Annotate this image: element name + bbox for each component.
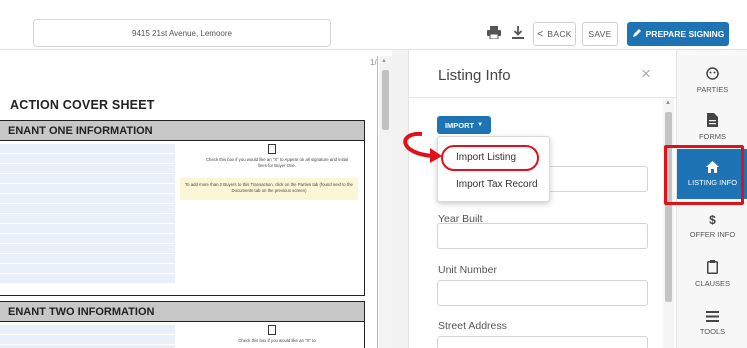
- close-icon[interactable]: ×: [641, 64, 651, 84]
- parties-icon: [706, 66, 719, 82]
- document-scrollbar[interactable]: ▲: [379, 56, 392, 348]
- listing-info-panel: Listing Info × IMPORT ▼ Year Built Unit …: [408, 50, 677, 348]
- page-indicator: 1/4: [370, 58, 377, 67]
- scroll-up-icon[interactable]: ▲: [381, 58, 387, 64]
- panel-scrollbar[interactable]: ▲: [663, 98, 674, 348]
- sidebar-item-clauses[interactable]: CLAUSES: [677, 249, 747, 299]
- sidebar-highlight-box: [664, 145, 744, 205]
- panel-scroll-up-icon[interactable]: ▲: [665, 100, 671, 106]
- section-body-tenant-one: Check this box if you would like an "X" …: [0, 141, 365, 296]
- sidebar-label-forms: FORMS: [698, 132, 727, 141]
- sidebar-label-parties: PARTIES: [696, 84, 729, 94]
- address-field[interactable]: 9415 21st Avenue, Lemoore: [33, 19, 331, 47]
- form-lines-2: [0, 325, 175, 348]
- panel-title: Listing Info: [438, 67, 511, 84]
- unit-number-input[interactable]: [437, 280, 648, 306]
- street-address-label: Street Address: [438, 320, 507, 332]
- dollar-icon: $: [709, 213, 716, 227]
- panel-divider-line: [409, 97, 677, 98]
- back-button[interactable]: < BACK: [533, 22, 576, 46]
- clipboard-icon: [707, 260, 718, 276]
- document-title: ACTION COVER SHEET: [10, 98, 155, 112]
- form-lines: [0, 144, 175, 284]
- download-icon[interactable]: [510, 24, 526, 40]
- sidebar-item-offer-info[interactable]: $ OFFER INFO: [677, 201, 747, 251]
- printer-icon[interactable]: [486, 24, 502, 40]
- sidebar-label-tools: TOOLS: [699, 326, 726, 336]
- tools-icon: [706, 310, 719, 324]
- panel-scroll-thumb[interactable]: [665, 112, 672, 302]
- year-built-input[interactable]: [437, 223, 648, 249]
- document-icon: [707, 113, 718, 129]
- note-box: To add more than 2 Buyers to this Transa…: [180, 178, 358, 200]
- save-button[interactable]: SAVE: [582, 22, 618, 46]
- checkbox-instruction-2: Check this box if you would like an "X" …: [238, 338, 316, 343]
- annotation-arrow-icon: [403, 131, 442, 163]
- sidebar-item-tools[interactable]: TOOLS: [677, 298, 747, 348]
- buyer-one-checkbox[interactable]: [268, 144, 276, 154]
- top-toolbar: 9415 21st Avenue, Lemoore < BACK SAVE PR…: [0, 0, 747, 50]
- highlight-circle: [441, 145, 539, 171]
- panel-divider: [392, 50, 408, 348]
- checkbox-instruction: Check this box if you would like an "X" …: [205, 157, 349, 168]
- unit-number-label: Unit Number: [438, 264, 497, 276]
- sidebar-item-parties[interactable]: PARTIES: [677, 55, 747, 105]
- section-header-tenant-two: ENANT TWO INFORMATION: [0, 301, 365, 322]
- document-page: 1/4 ACTION COVER SHEET ENANT ONE INFORMA…: [0, 56, 378, 348]
- document-scroll-thumb[interactable]: [382, 70, 389, 130]
- street-address-input[interactable]: [437, 336, 648, 348]
- section-body-tenant-two: Check this box if you would like an "X" …: [0, 322, 365, 348]
- back-label: BACK: [547, 29, 572, 39]
- prepare-signing-button[interactable]: PREPARE SIGNING: [627, 22, 729, 46]
- section-header-tenant-one: ENANT ONE INFORMATION: [0, 120, 365, 141]
- buyer-two-checkbox[interactable]: [268, 325, 276, 335]
- chevron-left-icon: <: [537, 28, 544, 40]
- sidebar-label-clauses: CLAUSES: [694, 279, 730, 288]
- menu-item-import-tax-record[interactable]: Import Tax Record: [456, 179, 538, 190]
- document-viewer: 1/4 ACTION COVER SHEET ENANT ONE INFORMA…: [0, 56, 392, 348]
- caret-down-icon: ▼: [477, 122, 484, 128]
- prepare-signing-label: PREPARE SIGNING: [645, 29, 725, 39]
- pencil-icon: [632, 28, 642, 40]
- sidebar-label-offer-info: OFFER INFO: [689, 230, 736, 239]
